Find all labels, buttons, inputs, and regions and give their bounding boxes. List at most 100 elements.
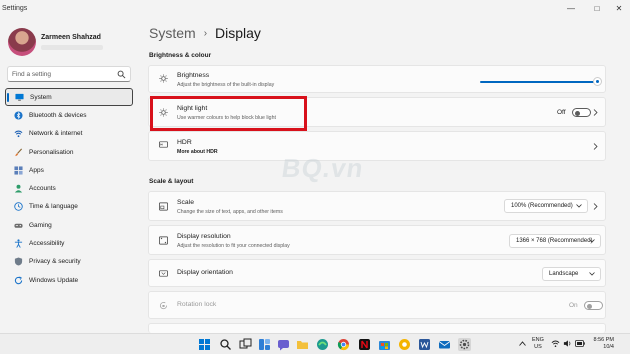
- edge-icon[interactable]: [316, 338, 329, 351]
- monitor-icon: [15, 93, 24, 101]
- resolution-dropdown-value: 1366 × 768 (Recommended): [516, 238, 593, 244]
- windows-start-icon[interactable]: [198, 338, 211, 351]
- hdr-link[interactable]: More about HDR: [177, 149, 218, 155]
- chevron-down-icon: [589, 272, 595, 276]
- sidebar-item-windows-update[interactable]: Windows Update: [5, 271, 133, 289]
- scale-dropdown[interactable]: 100% (Recommended): [504, 199, 588, 213]
- sidebar-item-system[interactable]: System: [5, 88, 133, 107]
- sidebar-item-label: Privacy & security: [29, 258, 81, 266]
- sidebar-item-privacy-security[interactable]: Privacy & security: [5, 253, 133, 271]
- title-bar: Settings — □ ✕: [0, 0, 630, 20]
- apps-icon: [14, 166, 23, 175]
- rotation-lock-state: On: [569, 302, 578, 309]
- taskbar: ENG US 8:56 PM 10/4: [0, 333, 630, 354]
- scale-icon: [159, 202, 168, 211]
- search-box[interactable]: [7, 66, 131, 82]
- profile-name: Zarmeen Shahzad: [41, 34, 101, 41]
- scale-card[interactable]: Scale Change the size of text, apps, and…: [148, 191, 606, 221]
- close-button[interactable]: ✕: [608, 2, 630, 16]
- chevron-down-icon: [576, 204, 582, 208]
- sidebar-item-label: Apps: [29, 166, 44, 174]
- search-input[interactable]: [12, 68, 112, 80]
- sidebar-item-network[interactable]: Network & internet: [5, 125, 133, 143]
- chevron-up-icon[interactable]: [519, 341, 526, 346]
- breadcrumb-parent[interactable]: System: [149, 25, 196, 41]
- sidebar-item-time-language[interactable]: Time & language: [5, 198, 133, 216]
- widgets-icon[interactable]: [258, 338, 271, 351]
- language-indicator[interactable]: ENG US: [532, 337, 544, 350]
- sidebar-item-gaming[interactable]: Gaming: [5, 216, 133, 234]
- chrome-canary-icon[interactable]: [398, 338, 411, 351]
- accessibility-icon: [14, 239, 23, 248]
- sidebar-item-label: Accessibility: [29, 240, 65, 248]
- netflix-icon[interactable]: [358, 338, 371, 351]
- task-view-icon[interactable]: [239, 338, 252, 351]
- night-light-highlight: [150, 96, 307, 131]
- breadcrumb: System › Display: [149, 25, 261, 41]
- rotation-lock-icon: [159, 302, 168, 310]
- orientation-dropdown[interactable]: Landscape: [542, 267, 601, 281]
- chrome-icon[interactable]: [337, 338, 350, 351]
- person-icon: [14, 184, 23, 193]
- sidebar-item-label: Network & internet: [29, 130, 83, 138]
- chevron-right-icon: [593, 203, 598, 210]
- sidebar-item-accounts[interactable]: Accounts: [5, 179, 133, 197]
- page-title: Display: [215, 25, 261, 41]
- shield-icon: [14, 257, 23, 266]
- battery-icon[interactable]: [575, 340, 585, 347]
- orientation-dropdown-value: Landscape: [549, 271, 579, 277]
- sidebar-item-label: Time & language: [29, 203, 78, 211]
- resolution-title: Display resolution: [177, 233, 231, 240]
- wifi-icon[interactable]: [551, 339, 560, 348]
- sidebar-item-label: Windows Update: [29, 276, 79, 284]
- sidebar-item-personalisation[interactable]: Personalisation: [5, 143, 133, 161]
- globe-clock-icon: [14, 202, 23, 212]
- hdr-icon: [159, 141, 168, 148]
- night-light-state: Off: [557, 109, 566, 116]
- scale-subtitle: Change the size of text, apps, and other…: [177, 209, 283, 215]
- brightness-slider-thumb[interactable]: [593, 77, 602, 86]
- resolution-dropdown[interactable]: 1366 × 768 (Recommended): [509, 234, 601, 248]
- sidebar-item-accessibility[interactable]: Accessibility: [5, 234, 133, 252]
- hdr-card[interactable]: HDR More about HDR: [148, 131, 606, 161]
- controller-icon: [14, 223, 23, 228]
- sidebar: Zarmeen Shahzad System Bluetooth & devic…: [0, 20, 140, 333]
- sidebar-item-label: Gaming: [29, 221, 52, 229]
- resolution-icon: [159, 236, 168, 245]
- brightness-slider-track[interactable]: [480, 81, 600, 83]
- settings-icon[interactable]: [458, 338, 471, 351]
- language-code: ENG: [532, 337, 544, 343]
- wifi-icon: [14, 130, 23, 138]
- orientation-icon: [159, 270, 168, 277]
- clock[interactable]: 8:56 PM 10/4: [590, 337, 614, 350]
- app-title: Settings: [2, 5, 28, 12]
- minimize-button[interactable]: —: [560, 2, 582, 16]
- night-light-toggle[interactable]: [572, 108, 591, 117]
- mail-icon[interactable]: [438, 338, 451, 351]
- brightness-card: Brightness Adjust the brightness of the …: [148, 65, 606, 93]
- sidebar-item-label: System: [30, 93, 52, 101]
- rotation-lock-card: Rotation lock On: [148, 291, 606, 319]
- brightness-subtitle: Adjust the brightness of the built-in di…: [177, 82, 275, 88]
- word-icon[interactable]: [418, 338, 431, 351]
- sidebar-item-label: Personalisation: [29, 148, 74, 156]
- user-profile[interactable]: Zarmeen Shahzad: [8, 28, 133, 58]
- ms-store-icon[interactable]: [378, 338, 391, 351]
- hdr-title: HDR: [177, 139, 192, 146]
- scale-title: Scale: [177, 199, 195, 206]
- scale-dropdown-value: 100% (Recommended): [511, 203, 573, 209]
- bluetooth-icon: [14, 111, 23, 120]
- watermark: BQ.vn: [279, 153, 366, 183]
- sidebar-item-bluetooth[interactable]: Bluetooth & devices: [5, 106, 133, 124]
- search-icon[interactable]: [219, 338, 232, 351]
- file-explorer-icon[interactable]: [296, 338, 309, 351]
- sidebar-item-label: Bluetooth & devices: [29, 111, 87, 119]
- chat-icon[interactable]: [277, 338, 290, 351]
- sidebar-item-apps[interactable]: Apps: [5, 161, 133, 179]
- volume-icon[interactable]: [563, 339, 572, 348]
- clock-time: 8:56 PM: [593, 337, 614, 343]
- search-icon[interactable]: [117, 70, 126, 79]
- maximize-button[interactable]: □: [586, 2, 608, 16]
- section-title-brightness: Brightness & colour: [149, 52, 212, 59]
- brightness-title: Brightness: [177, 72, 210, 79]
